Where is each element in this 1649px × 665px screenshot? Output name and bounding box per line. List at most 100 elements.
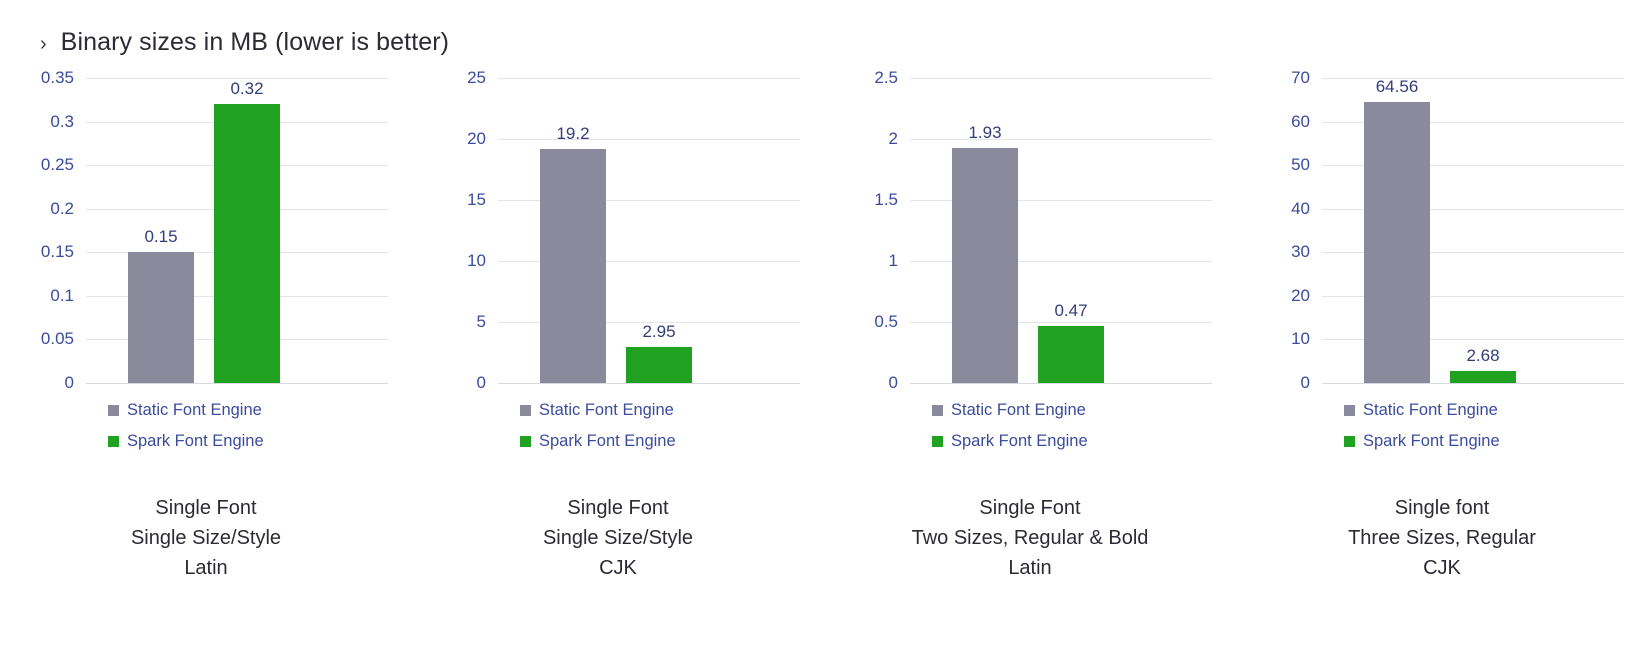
- y-axis: 0.35 0.3 0.25 0.2 0.15 0.1 0.05 0: [34, 68, 80, 392]
- caption-line: CJK: [1423, 557, 1461, 579]
- legend-label: Spark Font Engine: [1363, 432, 1500, 450]
- y-axis-tick-label: 40: [1291, 198, 1310, 218]
- bar-spark[interactable]: 0.32: [214, 79, 280, 383]
- y-axis-tick-label: 10: [467, 251, 486, 270]
- y-axis-tick-label: 0.3: [50, 111, 74, 131]
- legend-item-spark-font-engine[interactable]: Spark Font Engine: [108, 432, 412, 451]
- gray-square-swatch-icon: [108, 405, 119, 416]
- axis-baseline: [1322, 383, 1624, 384]
- green-square-swatch-icon: [520, 436, 531, 447]
- legend-label: Static Font Engine: [127, 401, 262, 419]
- chart-block-3: 2.5 2 1.5 1 0.5 0 1.93 0.47 Static Font Engine Sp…: [824, 68, 1236, 583]
- y-axis-tick-label: 15: [467, 190, 486, 209]
- axis-baseline: [910, 383, 1212, 384]
- plot-area: 0.35 0.3 0.25 0.2 0.15 0.1 0.05 0 0.15 0.32: [34, 68, 388, 392]
- y-axis-tick-label: 1.5: [874, 190, 898, 209]
- y-axis-tick-label: 0: [888, 373, 898, 392]
- y-axis-tick-label: 1: [888, 251, 898, 270]
- legend-label: Static Font Engine: [951, 401, 1086, 419]
- chart-legend: Static Font Engine Spark Font Engine: [520, 401, 824, 451]
- bar-value-label: 2.95: [642, 322, 676, 342]
- y-axis-tick-label: 25: [467, 68, 486, 87]
- y-axis-tick-label: 0.2: [50, 198, 74, 218]
- bar-spark[interactable]: 2.95: [626, 322, 692, 383]
- caption-line: Single font: [1394, 497, 1490, 519]
- caption-line: Latin: [1008, 557, 1052, 579]
- y-axis-tick-label: 0.35: [40, 68, 74, 87]
- bars-container: 64.56 2.68: [1322, 77, 1624, 383]
- gray-square-swatch-icon: [1344, 405, 1355, 416]
- y-axis-tick-label: 5: [476, 312, 486, 331]
- bar-spark[interactable]: 2.68: [1450, 346, 1516, 383]
- legend-item-spark-font-engine[interactable]: Spark Font Engine: [520, 432, 824, 451]
- chart-caption: Single Font Single Size/Style Latin: [0, 493, 412, 583]
- bars-container: 1.93 0.47: [910, 78, 1212, 383]
- chart-block-2: 25 20 15 10 5 0 19.2 2.95 Static Font Engine Spar…: [412, 68, 824, 583]
- bar-static[interactable]: 64.56: [1364, 77, 1430, 383]
- legend-label: Static Font Engine: [539, 401, 674, 419]
- green-square-swatch-icon: [932, 436, 943, 447]
- y-axis-tick-label: 0.1: [50, 285, 74, 305]
- green-square-swatch-icon: [108, 436, 119, 447]
- bar-value-label: 64.56: [1375, 76, 1419, 96]
- legend-item-static-font-engine[interactable]: Static Font Engine: [520, 401, 824, 420]
- chart-legend: Static Font Engine Spark Font Engine: [1344, 401, 1648, 451]
- bars-container: 19.2 2.95: [498, 78, 800, 383]
- caption-line: Single Size/Style: [542, 527, 694, 549]
- y-axis-tick-label: 50: [1291, 155, 1310, 175]
- legend-item-spark-font-engine[interactable]: Spark Font Engine: [1344, 432, 1648, 451]
- caption-line: Single Size/Style: [130, 527, 282, 549]
- chart-caption: Single Font Single Size/Style CJK: [412, 493, 824, 583]
- y-axis-tick-label: 0: [476, 373, 486, 392]
- page-title: Binary sizes in MB (lower is better): [60, 28, 450, 56]
- caption-line: Three Sizes, Regular: [1348, 527, 1536, 549]
- bar-value-label: 0.15: [144, 227, 178, 247]
- y-axis-tick-label: 2: [888, 129, 898, 148]
- plot-area: 70 60 50 40 30 20 10 0 64.56 2.68: [1270, 68, 1624, 392]
- gray-square-swatch-icon: [932, 405, 943, 416]
- caption-line: CJK: [599, 557, 637, 579]
- gray-square-swatch-icon: [520, 405, 531, 416]
- y-axis-tick-label: 0.5: [874, 312, 898, 331]
- bar-value-label: 19.2: [556, 123, 590, 143]
- y-axis: 25 20 15 10 5 0: [446, 68, 492, 392]
- y-axis-tick-label: 0.15: [40, 242, 74, 262]
- y-axis-tick-label: 0.25: [40, 155, 74, 175]
- y-axis-tick-label: 0.05: [40, 329, 74, 349]
- legend-label: Spark Font Engine: [539, 432, 676, 450]
- bar-value-label: 0.32: [230, 79, 264, 99]
- bars-container: 0.15 0.32: [86, 78, 388, 383]
- bar-static[interactable]: 0.15: [128, 227, 194, 383]
- y-axis-tick-label: 30: [1291, 242, 1310, 262]
- chart-legend: Static Font Engine Spark Font Engine: [932, 401, 1236, 451]
- chart-block-4: 70 60 50 40 30 20 10 0 64.56 2.68 Static Font Engi…: [1236, 68, 1648, 583]
- y-axis-tick-label: 0: [64, 373, 74, 392]
- green-square-swatch-icon: [1344, 436, 1355, 447]
- bar-spark[interactable]: 0.47: [1038, 301, 1104, 383]
- caption-line: Single Font: [979, 497, 1081, 519]
- y-axis-tick-label: 70: [1291, 68, 1310, 87]
- bar-static[interactable]: 19.2: [540, 124, 606, 383]
- y-axis-tick-label: 2.5: [874, 68, 898, 87]
- y-axis-tick-label: 60: [1291, 111, 1310, 131]
- legend-item-static-font-engine[interactable]: Static Font Engine: [1344, 401, 1648, 420]
- y-axis: 2.5 2 1.5 1 0.5 0: [858, 68, 904, 392]
- legend-item-spark-font-engine[interactable]: Spark Font Engine: [932, 432, 1236, 451]
- legend-item-static-font-engine[interactable]: Static Font Engine: [108, 401, 412, 420]
- charts-row: 0.35 0.3 0.25 0.2 0.15 0.1 0.05 0 0.15 0.32 Static…: [0, 68, 1649, 583]
- y-axis-tick-label: 0: [1300, 373, 1310, 392]
- chart-legend: Static Font Engine Spark Font Engine: [108, 401, 412, 451]
- bar-value-label: 1.93: [968, 122, 1002, 142]
- bar-static[interactable]: 1.93: [952, 123, 1018, 383]
- plot-area: 25 20 15 10 5 0 19.2 2.95: [446, 68, 800, 392]
- legend-label: Static Font Engine: [1363, 401, 1498, 419]
- bar-value-label: 2.68: [1466, 346, 1500, 366]
- plot-area: 2.5 2 1.5 1 0.5 0 1.93 0.47: [858, 68, 1212, 392]
- bullet-chevron-icon: ›: [40, 33, 47, 55]
- slide-title: › Binary sizes in MB (lower is better): [40, 28, 449, 57]
- bar-value-label: 0.47: [1054, 300, 1088, 320]
- chart-caption: Single font Three Sizes, Regular CJK: [1236, 493, 1648, 583]
- legend-item-static-font-engine[interactable]: Static Font Engine: [932, 401, 1236, 420]
- legend-label: Spark Font Engine: [951, 432, 1088, 450]
- caption-line: Single Font: [567, 497, 669, 519]
